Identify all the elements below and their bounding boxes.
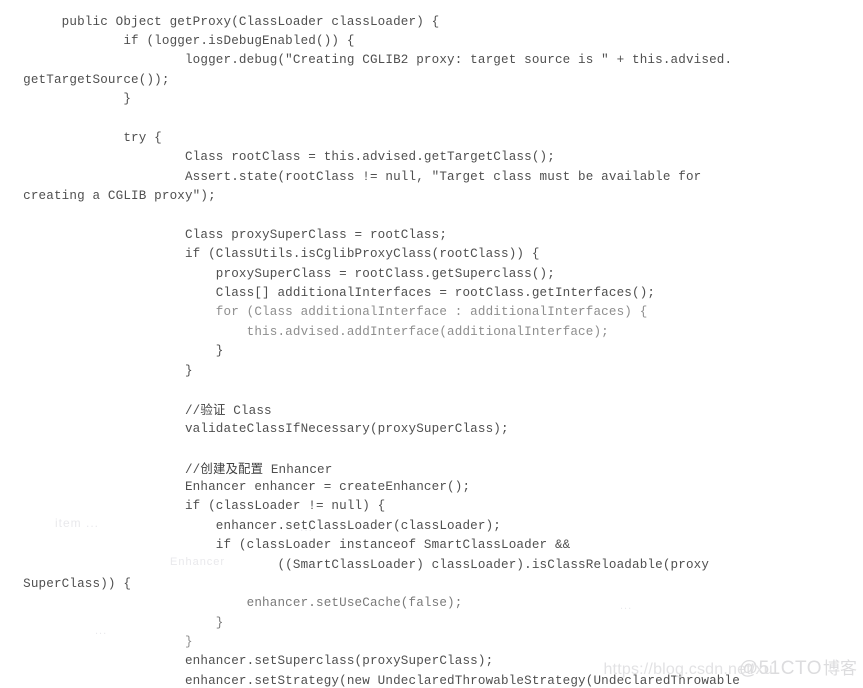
code-line: Assert.state(rootClass != null, "Target … bbox=[0, 169, 702, 184]
code-line: } bbox=[0, 363, 193, 378]
code-line: public Object getProxy(ClassLoader class… bbox=[0, 14, 440, 29]
code-line: Class[] additionalInterfaces = rootClass… bbox=[0, 286, 656, 301]
code-line: Class proxySuperClass = rootClass; bbox=[0, 227, 448, 242]
code-line: if (logger.isDebugEnabled()) { bbox=[0, 33, 355, 48]
code-line: enhancer.setClassLoader(classLoader); bbox=[0, 518, 501, 533]
code-line: creating a CGLIB proxy"); bbox=[0, 189, 216, 204]
code-line: } bbox=[0, 615, 224, 630]
code-line: ((SmartClassLoader) classLoader).isClass… bbox=[0, 557, 710, 572]
code-line: } bbox=[0, 92, 132, 107]
code-line: //验证 Class bbox=[0, 402, 272, 419]
code-line: logger.debug("Creating CGLIB2 proxy: tar… bbox=[0, 53, 733, 68]
code-line: validateClassIfNecessary(proxySuperClass… bbox=[0, 421, 509, 436]
code-line: enhancer.setSuperclass(proxySuperClass); bbox=[0, 654, 494, 669]
code-line: getTargetSource()); bbox=[0, 72, 170, 87]
code-line: } bbox=[0, 635, 193, 650]
code-line: Enhancer enhancer = createEnhancer(); bbox=[0, 479, 471, 494]
code-line: if (ClassUtils.isCglibProxyClass(rootCla… bbox=[0, 247, 540, 262]
code-line: //创建及配置 Enhancer bbox=[0, 460, 333, 477]
code-block: public Object getProxy(ClassLoader class… bbox=[0, 13, 863, 688]
code-line: this.advised.addInterface(additionalInte… bbox=[0, 324, 609, 339]
code-line: enhancer.setUseCache(false); bbox=[0, 596, 463, 611]
code-line: if (classLoader instanceof SmartClassLoa… bbox=[0, 538, 571, 553]
code-line: proxySuperClass = rootClass.getSuperclas… bbox=[0, 266, 555, 281]
code-comment-cjk: 验证 bbox=[200, 402, 226, 418]
code-line: enhancer.setStrategy(new UndeclaredThrow… bbox=[0, 673, 740, 688]
code-line: SuperClass)) { bbox=[0, 576, 132, 591]
code-line: Class rootClass = this.advised.getTarget… bbox=[0, 150, 555, 165]
code-line: try { bbox=[0, 130, 162, 145]
code-line: for (Class additionalInterface : additio… bbox=[0, 305, 648, 320]
code-comment-cjk: 创建及配置 bbox=[200, 460, 264, 476]
code-line: if (classLoader != null) { bbox=[0, 499, 386, 514]
code-screenshot-page: item ... Enhancer ... ... ... ... public… bbox=[0, 0, 863, 688]
code-line: } bbox=[0, 344, 224, 359]
